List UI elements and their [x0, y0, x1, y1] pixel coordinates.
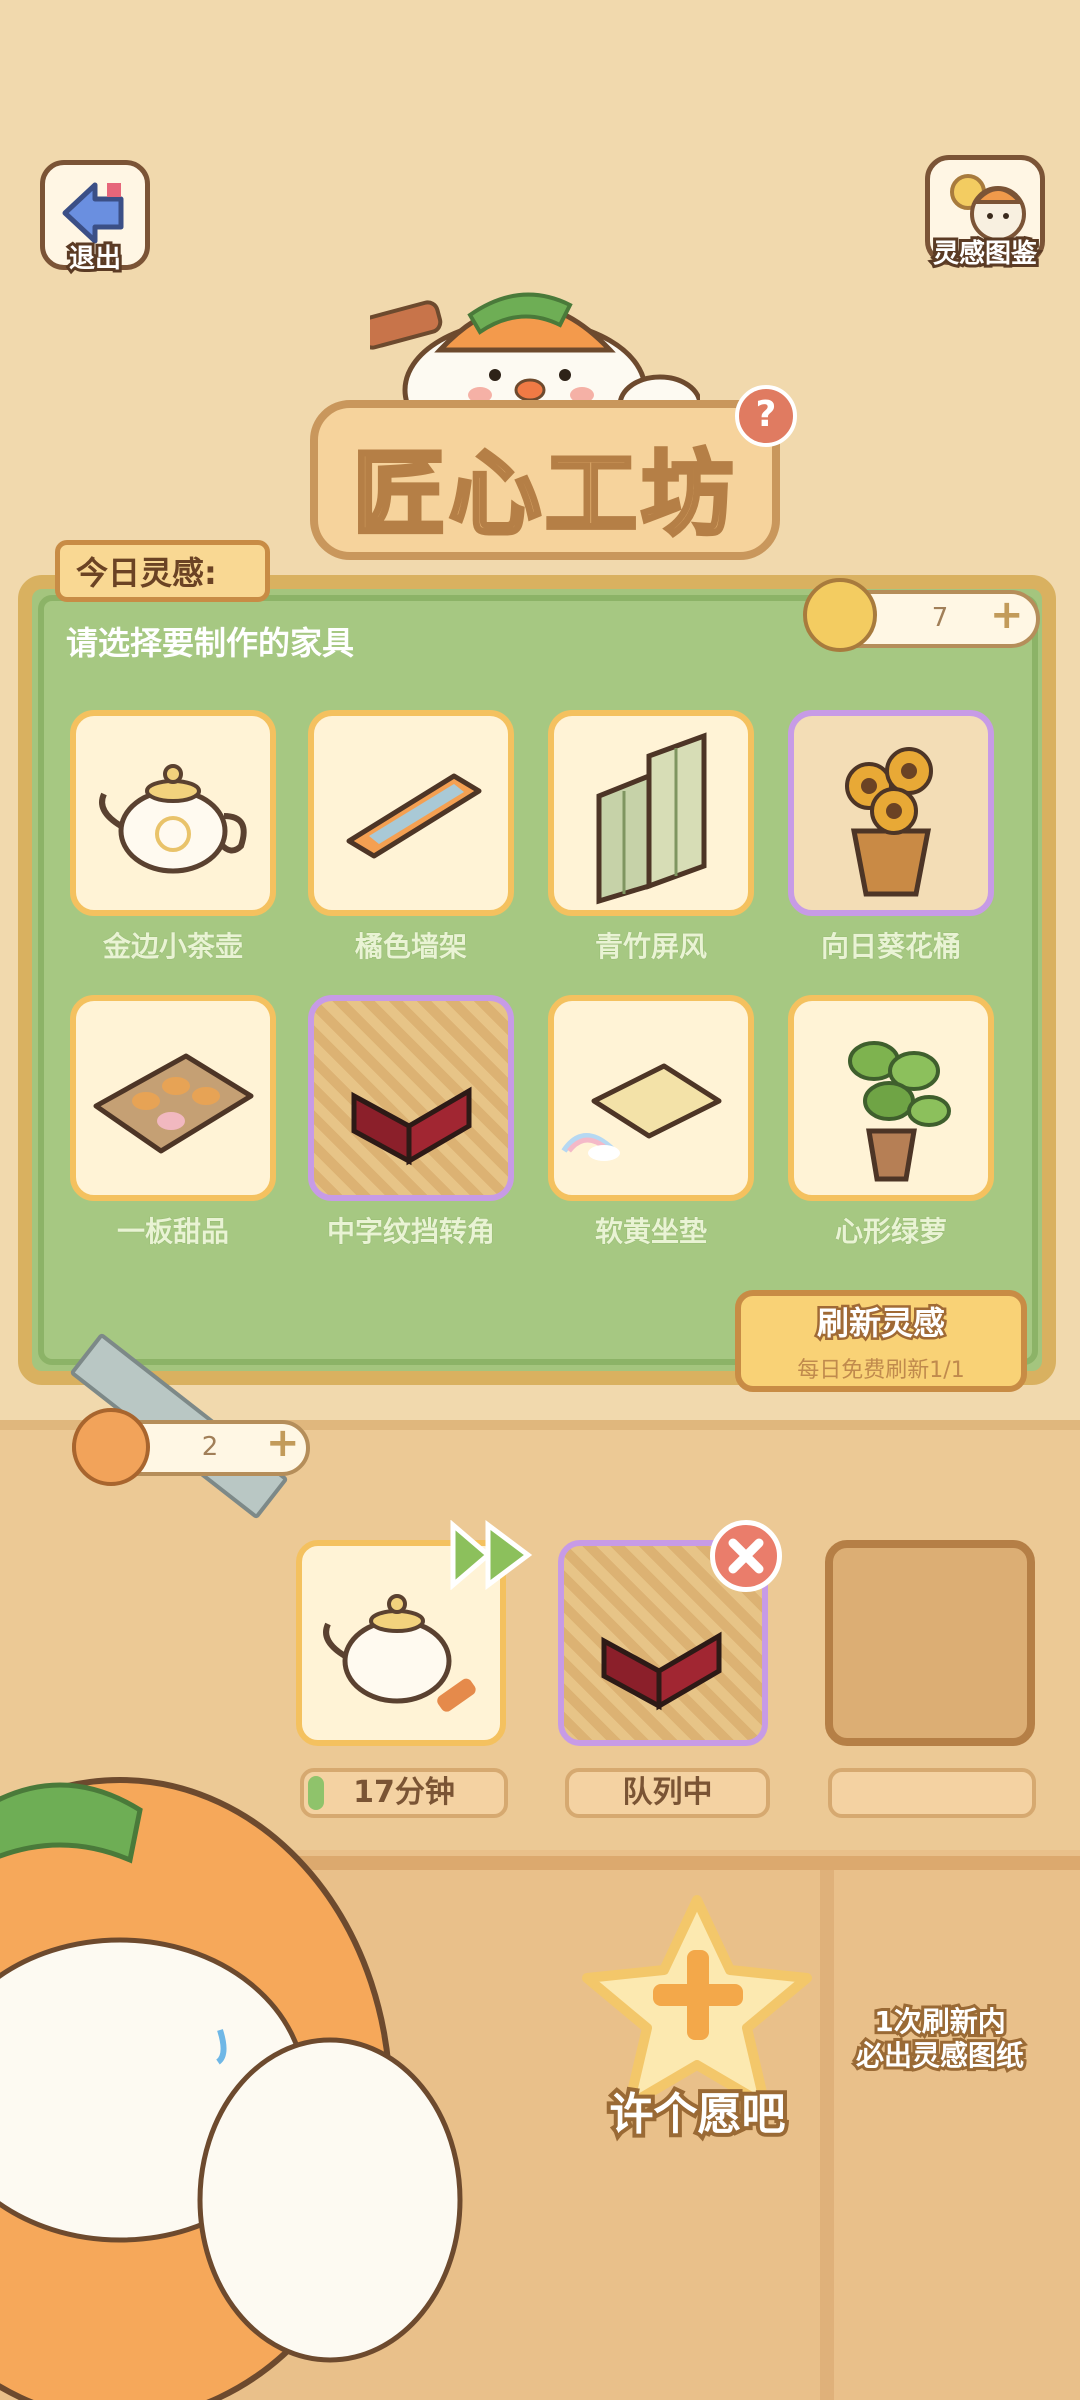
dessert-tray-icon — [93, 1053, 254, 1154]
wish-label: 许个愿吧 — [606, 2085, 790, 2144]
inspiration-codex-button[interactable]: 灵感图鉴 — [925, 155, 1045, 272]
exit-button[interactable]: 退出 — [40, 160, 150, 277]
pothos-plant-icon — [848, 1041, 951, 1182]
item-label: 一板甜品 — [116, 1215, 229, 1248]
item-card-corner-fence[interactable] — [308, 995, 514, 1201]
ticket-count: 7 — [931, 603, 949, 633]
item-label: 青竹屏风 — [594, 930, 707, 963]
item-label: 向日葵花桶 — [820, 930, 961, 963]
item-card-bamboo-screen[interactable] — [548, 710, 754, 916]
sunflower-bucket-icon — [845, 747, 933, 897]
today-inspiration-tag: 今日灵感: — [55, 540, 270, 602]
item-label: 金边小茶壶 — [102, 930, 243, 963]
floor-divider-vertical — [820, 1870, 834, 2400]
refresh-subtext: 每日免费刷新1/1 — [797, 1358, 965, 1383]
page-title: 匠心工坊 — [351, 439, 737, 550]
item-card-teapot[interactable] — [70, 710, 276, 916]
exit-label: 退出 — [66, 241, 124, 277]
add-pumpkin-icon[interactable]: + — [266, 1420, 300, 1466]
ticket-icon — [803, 578, 877, 652]
item-card-sunflower-bucket[interactable] — [788, 710, 994, 916]
item-card-cushion[interactable] — [548, 995, 754, 1201]
corner-fence-icon — [351, 1086, 472, 1166]
cancel-icon[interactable] — [710, 1520, 782, 1592]
item-card-pothos-plant[interactable] — [788, 995, 994, 1201]
item-label: 橘色墙架 — [354, 930, 467, 963]
help-icon[interactable]: ? — [735, 385, 797, 447]
craft-slot-3-empty[interactable] — [825, 1540, 1035, 1746]
bamboo-screen-icon — [596, 732, 707, 905]
pumpkin-count: 2 — [201, 1432, 219, 1462]
item-card-wall-shelf[interactable] — [308, 710, 514, 916]
pumpkin-icon — [72, 1408, 150, 1486]
teapot-icon — [99, 764, 247, 874]
refresh-label: 刷新灵感 — [814, 1302, 947, 1345]
pumpkin-mascot-icon — [0, 1777, 463, 2400]
add-ticket-icon[interactable]: + — [990, 592, 1024, 638]
cushion-icon — [561, 1063, 722, 1161]
wish-hint-line2: 必出灵感图纸 — [853, 2036, 1027, 2075]
wall-shelf-icon — [346, 773, 482, 859]
item-label: 软黄坐垫 — [594, 1215, 707, 1248]
wish-hint-line1: 1次刷新内 — [871, 2002, 1008, 2041]
item-label: 中字纹挡转角 — [326, 1215, 495, 1248]
wish-hint: 1次刷新内 必出灵感图纸 — [830, 2002, 1050, 2075]
instruction-text: 请选择要制作的家具 — [66, 624, 355, 662]
fast-forward-icon[interactable] — [448, 1520, 538, 1590]
slot-status: 队列中 — [565, 1768, 770, 1818]
slot-status — [828, 1768, 1036, 1818]
codex-label: 灵感图鉴 — [930, 236, 1040, 272]
item-label: 心形绿萝 — [834, 1215, 947, 1248]
item-card-dessert-tray[interactable] — [70, 995, 276, 1201]
